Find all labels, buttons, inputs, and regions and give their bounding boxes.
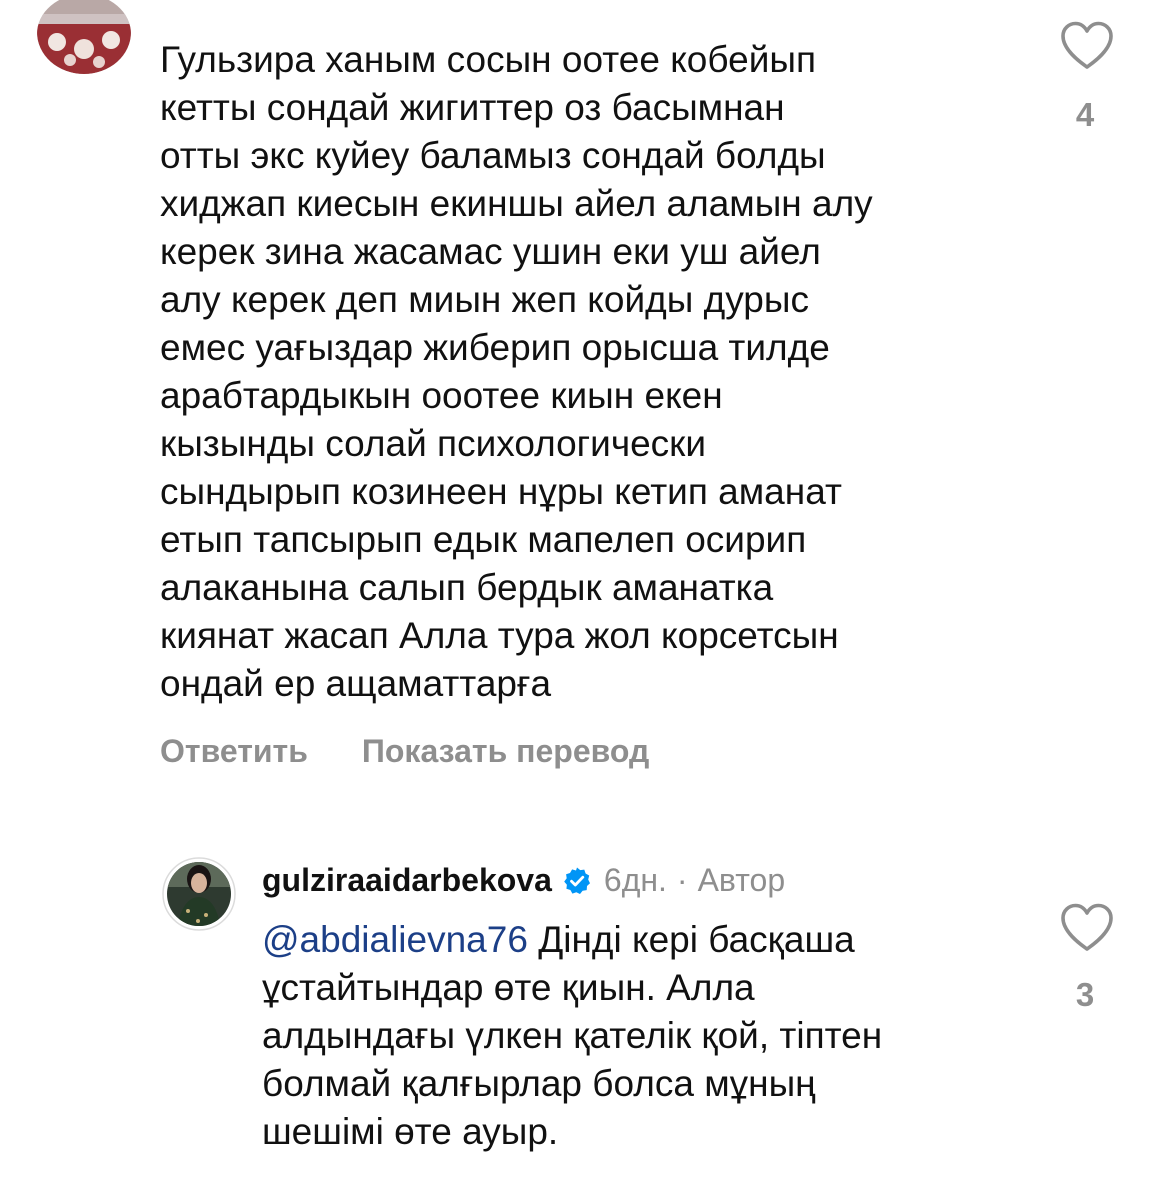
reply-line: ұстайтындар өте қиын. Алла xyxy=(262,967,755,1008)
show-translation-button[interactable]: Показать перевод xyxy=(362,733,649,770)
comment-line: керек зина жасамас ушин еки уш айел xyxy=(160,231,821,272)
comment-line: кызынды солай психологически xyxy=(160,423,707,464)
comment-header: gulziraaidarbekova 6дн. · Автор xyxy=(262,862,785,899)
heart-outline-icon xyxy=(1061,21,1113,69)
like-count: 3 xyxy=(1075,976,1095,1013)
comment-time: 6дн. xyxy=(603,862,667,898)
reply-first-line: @abdialievna76 Дінді кері басқаша xyxy=(262,916,882,964)
comment-line: ондай ер ащаматтарға xyxy=(160,663,552,704)
comment-line: емес уағыздар жиберип орысша тилде xyxy=(160,327,830,368)
comment-line: кетты сондай жигиттер оз басымнан xyxy=(160,87,785,128)
reply-text: Дінді кері басқаша xyxy=(527,919,855,960)
comment-line: отты экс куйеу баламыз сондай болды xyxy=(160,135,826,176)
like-button[interactable] xyxy=(1059,902,1115,954)
comment-line: алу керек деп миын жеп койды дурыс xyxy=(160,279,809,320)
reply-button[interactable]: Ответить xyxy=(160,733,308,770)
like-count: 4 xyxy=(1075,96,1095,133)
avatar-image xyxy=(37,0,131,74)
comment-body: Гульзира ханым сосын оотее кобейып кетты… xyxy=(160,36,873,708)
author-username[interactable]: gulziraaidarbekova xyxy=(262,862,552,899)
reply-line: алдындағы үлкен қателік қой, тіптен xyxy=(262,1015,883,1056)
comment-line: сындырып козинеен нұры кетип аманат xyxy=(160,471,842,512)
comment-line: киянат жасап Алла тура жол корсетсын xyxy=(160,615,839,656)
comment-line: арабтардыкын ооотее киын екен xyxy=(160,375,723,416)
comment-line: алаканына салып бердык аманатка xyxy=(160,567,774,608)
comment-line: етып тапсырып едык мапелеп осирип xyxy=(160,519,807,560)
comment-actions: Ответить Показать перевод xyxy=(160,733,649,770)
verified-badge-icon xyxy=(562,866,592,896)
like-button[interactable] xyxy=(1059,20,1115,72)
comment-line: хиджап киесын екиншы айел аламын алу xyxy=(160,183,873,224)
comment-line: Гульзира ханым сосын оотее кобейып xyxy=(160,39,817,80)
commenter-avatar[interactable] xyxy=(37,0,131,74)
meta-separator: · xyxy=(676,862,688,898)
avatar-image xyxy=(162,857,236,931)
author-avatar[interactable] xyxy=(162,857,236,931)
heart-outline-icon xyxy=(1061,903,1113,951)
reply-line: шешімі өте ауыр. xyxy=(262,1111,559,1152)
mention-link[interactable]: @abdialievna76 xyxy=(262,919,528,960)
reply-line: болмай қалғырлар болса мұның xyxy=(262,1063,816,1104)
author-label: Автор xyxy=(697,862,786,898)
reply-body: @abdialievna76 Дінді кері басқаша ұстайт… xyxy=(262,916,882,1156)
